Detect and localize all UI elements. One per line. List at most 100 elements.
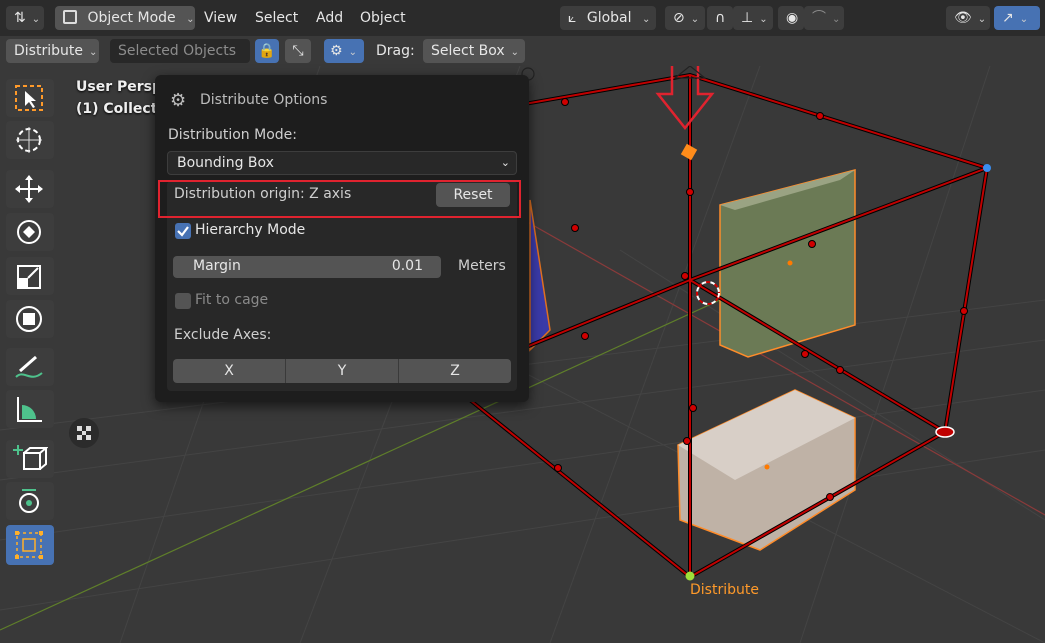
tool-selector[interactable]: Distribute ⌄	[6, 39, 99, 63]
cage-corner-handle[interactable]	[983, 164, 991, 172]
view-navigation-button[interactable]	[69, 418, 99, 448]
menu-add[interactable]: Add	[316, 10, 343, 26]
tool-scale[interactable]	[6, 257, 54, 295]
chevron-down-icon: ⌄	[641, 14, 651, 25]
tool-annotate[interactable]	[6, 348, 54, 386]
tool-select-box[interactable]	[6, 79, 54, 117]
header-bar: ⇅ ⌄ Object Mode ⌄ View Select Add Object …	[0, 0, 1045, 36]
chevron-down-icon: ⌄	[832, 14, 841, 25]
gizmo-toggle[interactable]: ↗ ⌄	[994, 6, 1040, 30]
fit-to-cage-label: Fit to cage	[195, 292, 269, 308]
transform-orientation-selector[interactable]: ⟀ Global ⌄	[560, 6, 656, 30]
collapse-arrows-icon: ⤡	[292, 43, 304, 59]
distribute-icon	[15, 531, 43, 559]
falloff-curve-icon: ⌒	[812, 10, 826, 26]
drag-value: Select Box	[431, 43, 505, 59]
object-origin-dot	[764, 464, 770, 470]
distribute-options-popover: ⚙ Distribute Options Distribution Mode: …	[155, 75, 529, 402]
rotate-icon	[17, 220, 41, 244]
margin-label: Margin	[193, 258, 241, 274]
orientation-label: Global	[586, 10, 632, 26]
green-box[interactable]	[719, 169, 856, 358]
fit-to-cage-checkbox[interactable]	[175, 293, 191, 309]
chevron-down-icon: ⌄	[186, 14, 195, 25]
tool-distribute[interactable]	[6, 525, 54, 565]
cage-scale-handle[interactable]	[935, 426, 955, 438]
chevron-down-icon: ⌄	[500, 156, 510, 169]
lock-toggle[interactable]: 🔒	[255, 39, 279, 63]
snap-target-selector[interactable]: ⊥ ⌄	[733, 6, 773, 30]
snap-toggle[interactable]: ∩	[707, 6, 733, 30]
hierarchy-mode-checkbox[interactable]	[175, 223, 191, 239]
gear-icon: ⚙	[330, 43, 343, 59]
rotate-object-icon	[19, 489, 39, 513]
pencil-icon	[15, 355, 43, 378]
pivot-point-selector[interactable]: ⊘ ⌄	[665, 6, 705, 30]
chevron-down-icon: ⌄	[1019, 14, 1029, 25]
blue-object[interactable]	[529, 199, 551, 352]
object-mode-icon	[63, 10, 77, 24]
chevron-down-icon: ⌄	[510, 47, 520, 58]
selected-objects-label: Selected Objects	[118, 43, 237, 59]
exclude-x-button[interactable]: X	[173, 359, 285, 383]
select-box-icon	[15, 85, 43, 111]
drag-selector[interactable]: Select Box ⌄	[423, 39, 525, 63]
exclude-axes-group: X Y Z	[173, 359, 511, 383]
tool-cursor[interactable]	[6, 121, 54, 159]
cage-origin-handle[interactable]	[685, 571, 695, 581]
distribution-mode-dropdown[interactable]: Bounding Box ⌄	[167, 151, 517, 175]
proportional-icon: ◉	[786, 10, 799, 26]
menu-view[interactable]: View	[204, 10, 237, 26]
chevron-down-icon: ⌄	[88, 47, 98, 58]
tool-move[interactable]	[6, 170, 54, 208]
popover-title: Distribute Options	[200, 92, 328, 108]
editor-type-selector[interactable]: ⇅ ⌄	[6, 6, 44, 30]
menu-object[interactable]: Object	[360, 10, 406, 26]
cursor-icon	[16, 127, 42, 153]
z-origin-marker[interactable]	[680, 143, 698, 161]
chevron-down-icon: ⌄	[348, 47, 357, 58]
exclude-y-button[interactable]: Y	[286, 359, 398, 383]
tool-distribute-origin[interactable]	[6, 482, 54, 520]
object-origin-dot	[787, 260, 793, 266]
tool-measure[interactable]	[6, 390, 54, 428]
selected-objects-field[interactable]: Selected Objects	[110, 39, 250, 63]
checkmark-icon	[177, 226, 189, 237]
mode-selector[interactable]: Object Mode ⌄	[55, 6, 195, 30]
exclude-z-button[interactable]: Z	[399, 359, 511, 383]
tool-label: Distribute	[14, 43, 83, 59]
tool-add-cube[interactable]	[6, 440, 54, 478]
distribute-options-button[interactable]: ⚙ ⌄	[324, 39, 364, 63]
lock-icon: 🔒	[258, 43, 276, 59]
camera-object[interactable]	[521, 66, 707, 81]
gear-icon: ⚙	[170, 90, 187, 111]
mode-label: Object Mode	[87, 10, 176, 26]
visibility-selector[interactable]: 👁 ⌄	[946, 6, 990, 30]
pivot-icon: ⊘	[673, 10, 685, 26]
collapse-toggle[interactable]: ⤡	[285, 39, 311, 63]
transform-icon	[16, 306, 42, 332]
margin-slider[interactable]: Margin 0.01	[173, 256, 441, 278]
magnet-icon: ∩	[715, 10, 726, 26]
margin-value: 0.01	[391, 258, 423, 274]
proportional-falloff-selector[interactable]: ⌒ ⌄	[804, 6, 844, 30]
gizmo-label: Distribute	[690, 582, 759, 598]
add-cube-icon	[13, 445, 48, 470]
snap-increment-icon: ⊥	[741, 10, 754, 26]
distribution-mode-label: Distribution Mode:	[168, 127, 297, 143]
menu-select[interactable]: Select	[255, 10, 298, 26]
tool-transform[interactable]	[6, 300, 54, 338]
chevron-down-icon: ⌄	[759, 14, 768, 25]
chevron-down-icon: ⌄	[690, 14, 700, 25]
tool-rotate[interactable]	[6, 213, 54, 251]
axis-gizmo-icon: ⇅	[14, 10, 26, 26]
distribution-mode-value: Bounding Box	[177, 155, 274, 171]
scale-icon	[17, 265, 41, 289]
checker-icon	[77, 426, 91, 440]
chevron-down-icon: ⌄	[977, 14, 987, 25]
eye-icon: 👁	[954, 10, 972, 26]
proportional-editing-toggle[interactable]: ◉	[778, 6, 804, 30]
ruler-icon	[17, 397, 42, 422]
move-icon	[15, 175, 43, 203]
tool-settings-bar: Distribute ⌄ Selected Objects 🔒 ⤡ ⚙ ⌄ Drag…	[0, 36, 1045, 66]
